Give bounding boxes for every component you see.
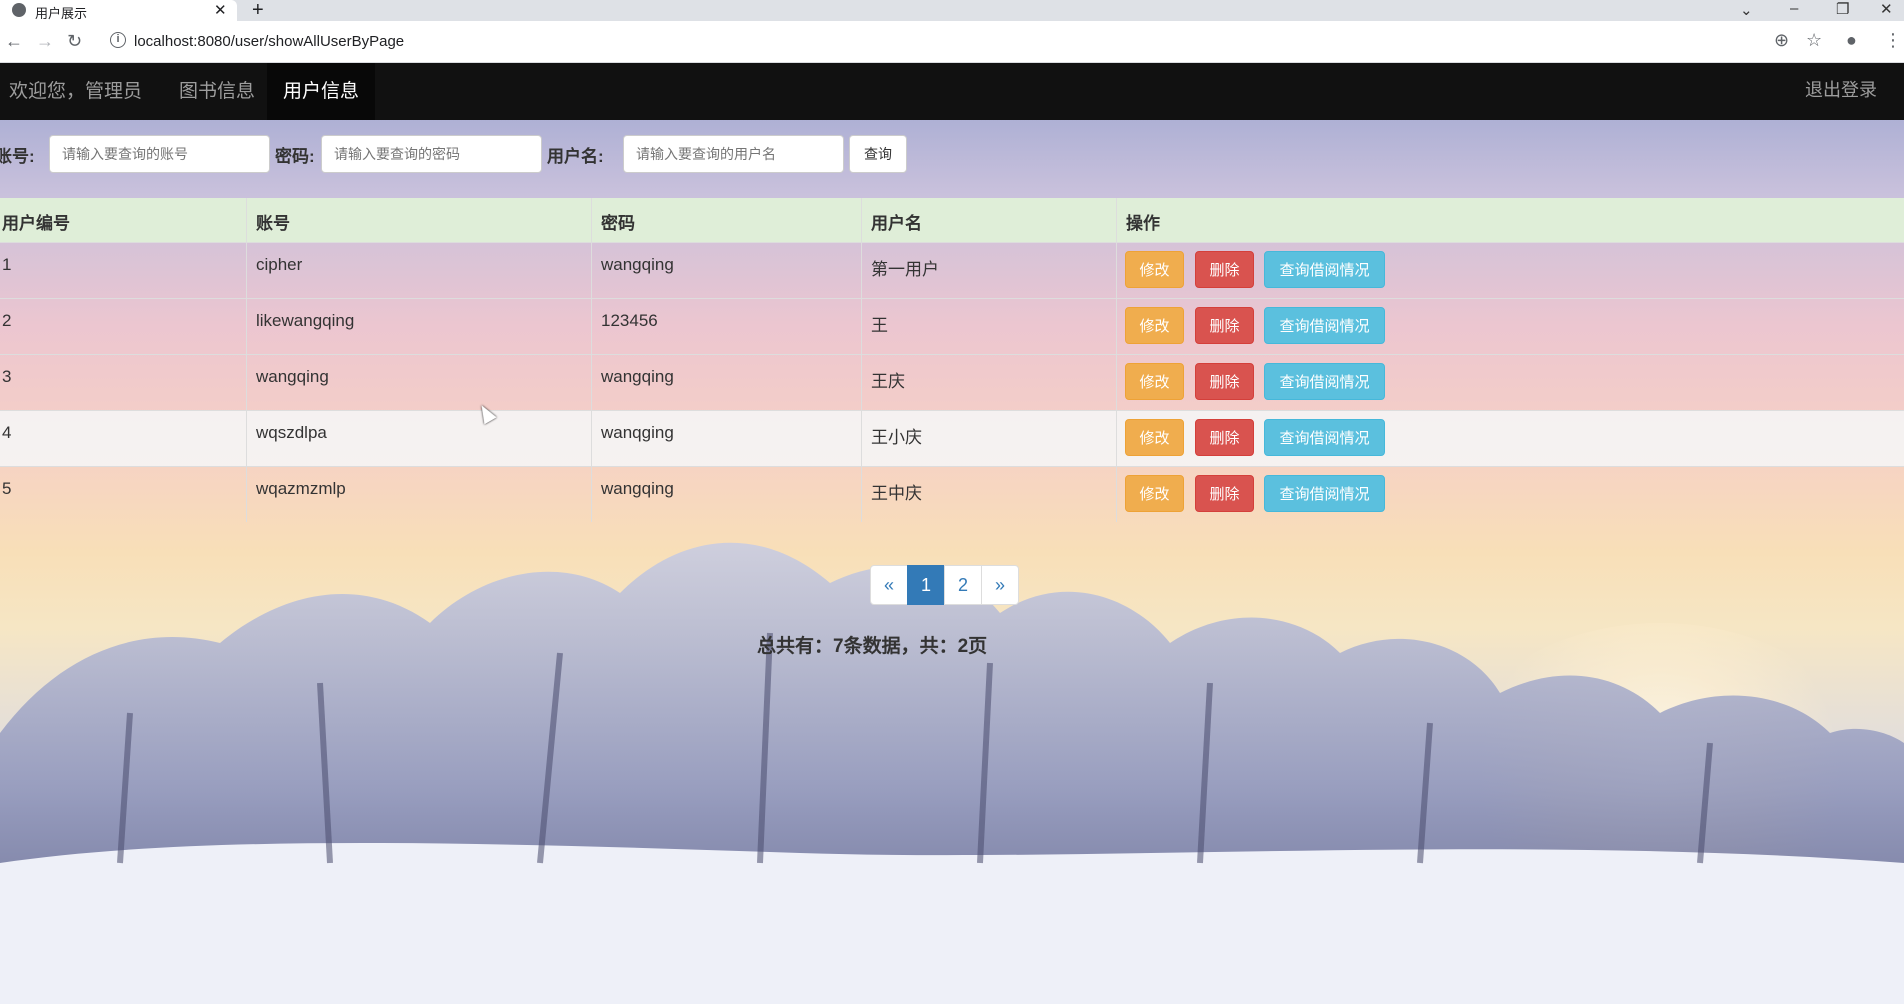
edit-button[interactable]: 修改 — [1125, 475, 1184, 512]
actions-cell: 修改 删除 查询借阅情况 — [1116, 467, 1904, 522]
edit-button[interactable]: 修改 — [1125, 363, 1184, 400]
view-borrow-button[interactable]: 查询借阅情况 — [1264, 475, 1385, 512]
url-text[interactable]: localhost:8080/user/showAllUserByPage — [134, 33, 404, 50]
user-id-cell: 2 — [2, 311, 12, 330]
view-borrow-button[interactable]: 查询借阅情况 — [1264, 307, 1385, 344]
tab-title: 用户展示 — [35, 6, 88, 21]
delete-button[interactable]: 删除 — [1195, 475, 1254, 512]
password-cell: wanqging — [591, 411, 861, 466]
actions-cell: 修改 删除 查询借阅情况 — [1116, 299, 1904, 354]
table-row: 1 cipher wangqing 第一用户 修改 删除 查询借阅情况 — [0, 242, 1904, 298]
account-cell: wqszdlpa — [246, 411, 591, 466]
delete-button[interactable]: 删除 — [1195, 419, 1254, 456]
browser-tab[interactable]: 用户展示 ✕ — [0, 0, 237, 21]
window-close-icon[interactable]: ✕ — [1880, 0, 1893, 18]
edit-button[interactable]: 修改 — [1125, 251, 1184, 288]
search-form: 账号: 密码: 用户名: 查询 — [0, 119, 1904, 184]
delete-button[interactable]: 删除 — [1195, 251, 1254, 288]
edit-button[interactable]: 修改 — [1125, 419, 1184, 456]
actions-cell: 修改 删除 查询借阅情况 — [1116, 243, 1904, 298]
reload-icon[interactable]: ↻ — [67, 31, 82, 52]
username-cell: 王 — [861, 299, 1116, 354]
header-username: 用户名 — [861, 198, 1116, 242]
new-tab-icon[interactable]: + — [252, 0, 264, 22]
account-label: 账号: — [0, 147, 35, 166]
account-cell: likewangqing — [246, 299, 591, 354]
record-summary: 总共有：7条数据，共：2页 — [757, 636, 988, 657]
header-account: 账号 — [246, 198, 591, 242]
table-header-row: 用户编号 账号 密码 用户名 操作 — [0, 198, 1904, 242]
tab-close-icon[interactable]: ✕ — [214, 1, 227, 19]
pagination-page-2[interactable]: 2 — [944, 565, 982, 605]
table-row: 5 wqazmzmlp wangqing 王中庆 修改 删除 查询借阅情况 — [0, 466, 1904, 522]
username-cell: 王庆 — [861, 355, 1116, 410]
restore-icon[interactable]: ❐ — [1836, 0, 1849, 18]
username-search-input[interactable] — [623, 135, 844, 173]
pagination-page-1[interactable]: 1 — [907, 565, 945, 605]
table-row: 4 wqszdlpa wanqging 王小庆 修改 删除 查询借阅情况 — [0, 410, 1904, 466]
forward-icon[interactable]: → — [36, 31, 54, 52]
delete-button[interactable]: 删除 — [1195, 307, 1254, 344]
users-table: 用户编号 账号 密码 用户名 操作 1 cipher wangqing 第一用户 修改删… — [0, 198, 1904, 522]
user-id-cell: 3 — [2, 367, 12, 386]
user-id-cell: 1 — [2, 255, 12, 274]
header-actions: 操作 — [1116, 198, 1904, 242]
actions-cell: 修改 删除 查询借阅情况 — [1116, 411, 1904, 466]
query-button[interactable]: 查询 — [849, 135, 907, 173]
username-cell: 王中庆 — [861, 467, 1116, 522]
table-row: 2 likewangqing 123456 王修改 删除 查询借阅情况 — [0, 298, 1904, 354]
view-borrow-button[interactable]: 查询借阅情况 — [1264, 363, 1385, 400]
account-search-input[interactable] — [49, 135, 270, 173]
password-label: 密码: — [275, 147, 315, 166]
view-borrow-button[interactable]: 查询借阅情况 — [1264, 419, 1385, 456]
back-icon[interactable]: ← — [5, 31, 23, 52]
username-cell: 王小庆 — [861, 411, 1116, 466]
user-id-cell: 5 — [2, 479, 12, 498]
browser-tab-strip: 用户展示 ✕ + ⌄ – ❐ ✕ — [0, 0, 1904, 21]
nav-item-books[interactable]: 图书信息 — [163, 63, 271, 120]
pagination-prev[interactable]: « — [870, 565, 908, 605]
account-cell: wangqing — [246, 355, 591, 410]
user-id-cell: 4 — [2, 423, 12, 442]
delete-button[interactable]: 删除 — [1195, 363, 1254, 400]
address-bar[interactable]: i localhost:8080/user/showAllUserByPage — [100, 27, 1760, 57]
zoom-icon[interactable]: ⊕ — [1774, 30, 1789, 51]
site-info-icon[interactable]: i — [110, 32, 126, 48]
minimize-icon[interactable]: – — [1790, 0, 1798, 17]
password-cell: 123456 — [591, 299, 861, 354]
nav-item-users[interactable]: 用户信息 — [267, 63, 376, 120]
account-cell: wqazmzmlp — [246, 467, 591, 522]
header-user-id: 用户编号 — [2, 214, 70, 233]
globe-icon — [12, 3, 26, 17]
profile-icon[interactable]: ● — [1846, 30, 1857, 51]
password-cell: wangqing — [591, 467, 861, 522]
password-cell: wangqing — [591, 243, 861, 298]
password-cell: wangqing — [591, 355, 861, 410]
actions-cell: 修改 删除 查询借阅情况 — [1116, 355, 1904, 410]
top-navbar: 欢迎您，管理员 图书信息 用户信息 退出登录 — [0, 63, 1904, 120]
address-bar-row: ← → ↻ i localhost:8080/user/showAllUserB… — [0, 21, 1904, 63]
username-cell: 第一用户 — [861, 243, 1116, 298]
edit-button[interactable]: 修改 — [1125, 307, 1184, 344]
header-password: 密码 — [591, 198, 861, 242]
menu-icon[interactable]: ⋮ — [1884, 30, 1902, 51]
account-cell: cipher — [246, 243, 591, 298]
logout-link[interactable]: 退出登录 — [1805, 63, 1877, 120]
tab-search-icon[interactable]: ⌄ — [1740, 1, 1753, 19]
pagination-next[interactable]: » — [981, 565, 1019, 605]
page-content: 欢迎您，管理员 图书信息 用户信息 退出登录 账号: 密码: 用户名: 查询 用… — [0, 63, 1904, 1004]
navbar-brand[interactable]: 欢迎您，管理员 — [9, 63, 142, 120]
bookmark-star-icon[interactable]: ☆ — [1806, 30, 1822, 51]
username-label: 用户名: — [547, 147, 604, 166]
pagination: « 1 2 » — [870, 565, 1019, 605]
password-search-input[interactable] — [321, 135, 542, 173]
table-row: 3 wangqing wangqing 王庆 修改 删除 查询借阅情况 — [0, 354, 1904, 410]
view-borrow-button[interactable]: 查询借阅情况 — [1264, 251, 1385, 288]
